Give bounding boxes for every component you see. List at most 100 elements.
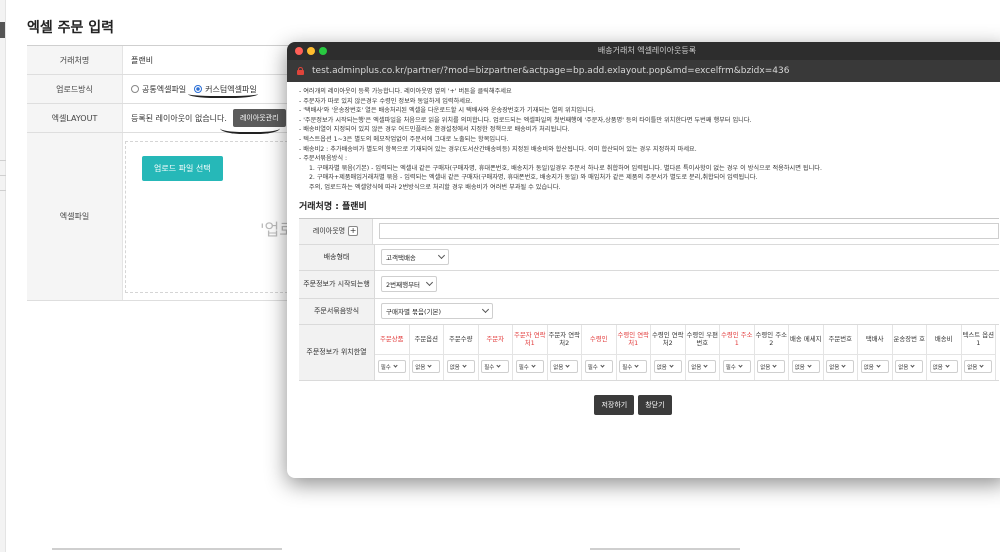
column-index-select[interactable]: 없음 [412,360,441,374]
column-name: 수령인 우편번호 [685,325,719,355]
window-title: 배송거래처 엑셀레이아웃등록 [597,46,697,55]
page-title: 엑셀 주문 입력 [27,20,115,36]
column-mapping-cell: 택배사없음 [858,324,893,380]
chevron-down-icon [427,363,432,368]
note-line: - 주문서묶음방식 : [299,155,348,163]
column-name: 주문자 연락처2 [547,325,581,355]
column-name: 수령인 연락처2 [651,325,685,355]
column-index-select[interactable]: 없음 [929,360,958,374]
chevron-down-icon [841,363,846,368]
chevron-down-icon [876,363,881,368]
chevron-down-icon [634,363,639,368]
column-name: 주문자 연락처1 [513,325,547,355]
url-bar[interactable]: test.adminplus.co.kr/partner/?mod=bizpar… [287,60,1000,82]
column-name: 수령인 [582,325,616,355]
layout-empty-message: 등록된 레이아웃이 없습니다. [131,113,227,123]
chevron-down-icon [772,363,777,368]
column-index-select[interactable]: 필수 [619,360,648,374]
column-mapping-cell: 주문수량없음 [444,324,479,380]
chevron-down-icon [703,363,708,368]
column-mapping-cell: 배송 메세지없음 [789,324,824,380]
popup-content: - 여러개의 레이아웃이 등록 가능합니다. 레이아웃명 옆의 '+' 버튼을 … [287,82,1000,415]
column-name: 주문자 [478,325,512,355]
start-row-row: 주문정보가 시작되는행 2번째행부터 [299,270,999,299]
column-index-select[interactable]: 필수 [481,360,510,374]
column-index-select[interactable]: 필수 [722,360,751,374]
column-name: 수령인 주소2 [754,325,788,355]
column-name: 배송 메세지 [789,325,823,355]
column-index-select[interactable]: 없음 [688,360,717,374]
column-mapping-cell: 텍스트 옵션1 없음 [961,324,996,380]
chevron-down-icon [393,363,398,368]
column-index-select[interactable]: 없음 [895,360,924,374]
chevron-down-icon [807,363,812,368]
column-index-select[interactable]: 없음 [757,360,786,374]
upload-type-row: 업로드방식 공통엑셀파일 커스텀엑셀파일 [27,75,307,104]
upload-type-label: 업로드방식 [27,75,123,103]
start-row-label: 주문정보가 시작되는행 [299,270,375,298]
column-name: 수령인 주소1 [720,325,754,355]
column-mapping-grid: 주문상품 필수 주문옵션 없음 주문수량 없음 주문자 필수 주문자 연락처1 필수 주문자 연락처… [375,324,996,380]
column-name: 텍스트 옵션1 [961,325,995,355]
column-name: 택배사 [858,325,892,355]
column-name: 주문번호 [823,325,857,355]
column-mapping-cell: 수령인필수 [582,324,617,380]
column-index-select[interactable]: 없음 [446,360,475,374]
note-line: - 텍스트옵션 1~3은 별도의 메모작업없이 주문서에 그대로 노출되는 항목… [299,135,509,143]
chevron-down-icon [462,363,467,368]
bundle-row: 주문서묶음방식 구매자별 묶음(기본) [299,298,999,325]
column-index-select[interactable]: 없음 [860,360,889,374]
column-position-row: 주문정보가 위치한열 주문상품 필수 주문옵션 없음 주문수량 없음 주문자 필수 주문자 연락… [299,324,999,381]
column-index-select[interactable]: 없음 [826,360,855,374]
order-form-table: 거래처명 플랜비 업로드방식 공통엑셀파일 커스텀엑셀파일 엑셀LAYOUT 등… [27,45,307,301]
column-mapping-cell: 수령인 우편번호없음 [685,324,720,380]
close-button[interactable]: 창닫기 [638,394,672,415]
column-index-select[interactable]: 없음 [550,360,579,374]
chevron-down-icon [481,305,490,314]
screen: 엑셀 주문 입력 거래처명 플랜비 업로드방식 공통엑셀파일 커스텀엑셀파일 엑… [0,0,1000,552]
column-name: 주문수량 [444,325,478,355]
note-subline: 주의, 업로드하는 엑셀양식에 따라 2번방식으로 처리할 경우 배송비가 여러… [309,183,561,191]
chevron-down-icon [910,363,915,368]
shipping-type-select[interactable]: 고객택배송 [381,249,449,266]
bundle-label: 주문서묶음방식 [299,298,375,324]
chevron-down-icon [531,363,536,368]
form-actions: 저장하기 창닫기 [299,394,997,415]
save-button[interactable]: 저장하기 [594,394,635,415]
insecure-lock-icon [297,67,304,75]
upload-file-button[interactable]: 업로드 파일 선택 [142,156,223,181]
column-name: 운송장번 호 [892,325,926,355]
column-index-select[interactable]: 없음 [653,360,682,374]
column-index-select[interactable]: 필수 [584,360,613,374]
layout-name-row: 레이아웃명 + [299,218,999,245]
column-mapping-cell: 주문옵션 없음 [409,324,444,380]
column-index-select[interactable]: 필수 [377,360,406,374]
start-row-select[interactable]: 2번째행부터 [381,276,437,293]
partner-label: 거래처명 [27,46,123,74]
bundle-select[interactable]: 구매자별 묶음(기본) [381,303,493,320]
file-drop-area[interactable]: 업로드 파일 선택 '업로 [125,141,294,293]
column-mapping-cell: 수령인 주소1 필수 [720,324,755,380]
column-index-select[interactable]: 없음 [791,360,820,374]
note-line: - 여러개의 레이아웃이 등록 가능합니다. 레이아웃명 옆의 '+' 버튼을 … [299,88,512,95]
chevron-down-icon [945,363,950,368]
partner-row: 거래처명 플랜비 [27,46,307,75]
chevron-down-icon [437,251,446,260]
column-mapping-cell: 수령인 연락처2 없음 [651,324,686,380]
chevron-down-icon [738,363,743,368]
url-text[interactable]: test.adminplus.co.kr/partner/?mod=bizpar… [312,66,789,76]
layout-name-input[interactable] [379,223,999,240]
partner-heading: 거래처명 : 플랜비 [299,201,367,212]
column-mapping-cell: 운송장번 호없음 [892,324,927,380]
radio-common-excel-label[interactable]: 공통엑셀파일 [142,84,186,95]
window-titlebar[interactable]: 배송거래처 엑셀레이아웃등록 [287,42,1000,60]
chevron-down-icon [565,363,570,368]
column-index-select[interactable]: 필수 [515,360,544,374]
radio-common-excel[interactable] [131,85,139,93]
excel-file-label: 엑셀파일 [27,133,123,300]
shipping-type-label: 배송형태 [299,244,375,270]
layout-popup-window: 배송거래처 엑셀레이아웃등록 test.adminplus.co.kr/part… [287,42,1000,478]
instructions: - 여러개의 레이아웃이 등록 가능합니다. 레이아웃명 옆의 '+' 버튼을 … [299,87,997,193]
column-index-select[interactable]: 없음 [964,360,993,374]
add-layout-button[interactable]: + [348,226,359,237]
